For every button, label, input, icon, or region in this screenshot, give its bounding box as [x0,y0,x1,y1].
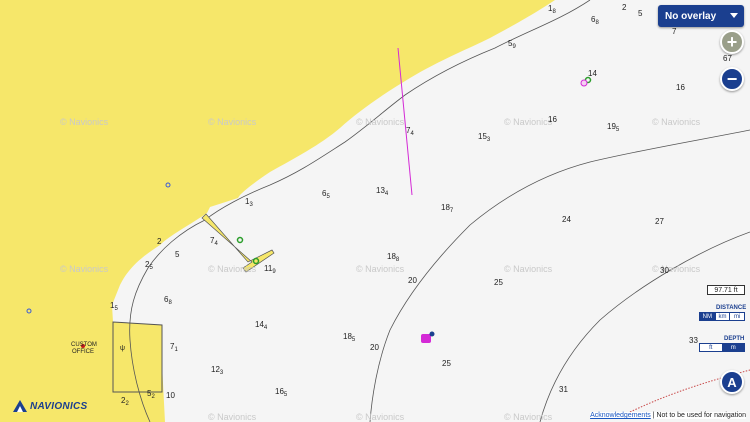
map-footer: Acknowledgements | Not to be used for na… [590,412,746,419]
navigation-icon: A [727,374,737,390]
navionics-logo: NAVIONICS [12,399,88,413]
depth-sounding: 25 [442,359,451,368]
zoom-out-button[interactable]: − [720,67,744,91]
navionics-watermark: © Navionics [208,117,257,127]
navionics-watermark: © Navionics [208,412,257,422]
depth-sounding: 33 [689,336,698,345]
overlay-dropdown-value: No overlay [665,10,717,22]
navionics-watermark: © Navionics [60,264,109,274]
depth-label: DEPTH [724,336,745,342]
depth-sounding: 5 [175,250,180,259]
depth-sounding: 27 [655,217,664,226]
depth-unit-toggle[interactable]: ft m [699,343,745,352]
plus-icon: + [726,32,738,52]
depth-sounding: 67 [723,54,732,63]
depth-sounding: 10 [166,391,175,400]
navionics-logo-icon [13,400,27,412]
anchorage-marker-icon[interactable] [580,79,588,87]
distance-unit-toggle[interactable]: NM km mi [699,312,745,321]
navionics-watermark: © Navionics [652,117,701,127]
chevron-down-icon [730,13,738,18]
navionics-watermark: © Navionics [356,117,405,127]
overlay-dropdown[interactable]: No overlay [658,5,744,27]
customs-label: CUSTOM [71,342,97,348]
nautical-chart[interactable]: CUSTOM OFFICE ψ © Navionics © Navionics © … [0,0,750,422]
scale-unit: ft [733,286,738,294]
depth-sounding: 16 [548,115,557,124]
harbor-pier [112,321,163,393]
acknowledgements-link[interactable]: Acknowledgements [590,412,651,419]
navionics-watermark: © Navionics [356,412,405,422]
minus-icon: − [726,69,738,89]
depth-sounding: 5 [638,9,643,18]
navigation-disclaimer: Not to be used for navigation [656,412,746,419]
depth-sounding: 20 [370,343,379,352]
depth-sounding: 2 [157,237,162,246]
zoom-in-button[interactable]: + [720,30,744,54]
depth-sounding: 7 [672,27,677,36]
navionics-logo-text: NAVIONICS [30,400,88,412]
distance-option-nm[interactable]: NM [700,313,716,320]
navionics-watermark: © Navionics [356,264,405,274]
depth-sounding: 20 [408,276,417,285]
depth-sounding: 30 [660,266,669,275]
customs-label: OFFICE [72,349,94,355]
navionics-watermark: © Navionics [208,264,257,274]
depth-sounding: 16 [676,83,685,92]
depth-sounding: 2 [622,3,627,12]
navionics-watermark: © Navionics [504,117,553,127]
distance-option-mi[interactable]: mi [730,313,744,320]
distance-label: DISTANCE [716,305,747,311]
depth-option-ft[interactable]: ft [700,344,723,351]
depth-sounding: 31 [559,385,568,394]
navigation-mode-button[interactable]: A [720,370,744,394]
depth-option-m[interactable]: m [722,344,744,351]
navionics-watermark: © Navionics [504,412,553,422]
navionics-watermark: © Navionics [60,117,109,127]
anchor-symbol-icon: ψ [120,345,125,352]
depth-sounding: 14 [588,69,597,78]
scale-bar: 97.71 ft [707,285,745,295]
depth-sounding: 24 [562,215,571,224]
depth-sounding: 25 [494,278,503,287]
distance-option-km[interactable]: km [716,313,731,320]
scale-value: 97.71 [714,286,732,294]
navionics-watermark: © Navionics [504,264,553,274]
